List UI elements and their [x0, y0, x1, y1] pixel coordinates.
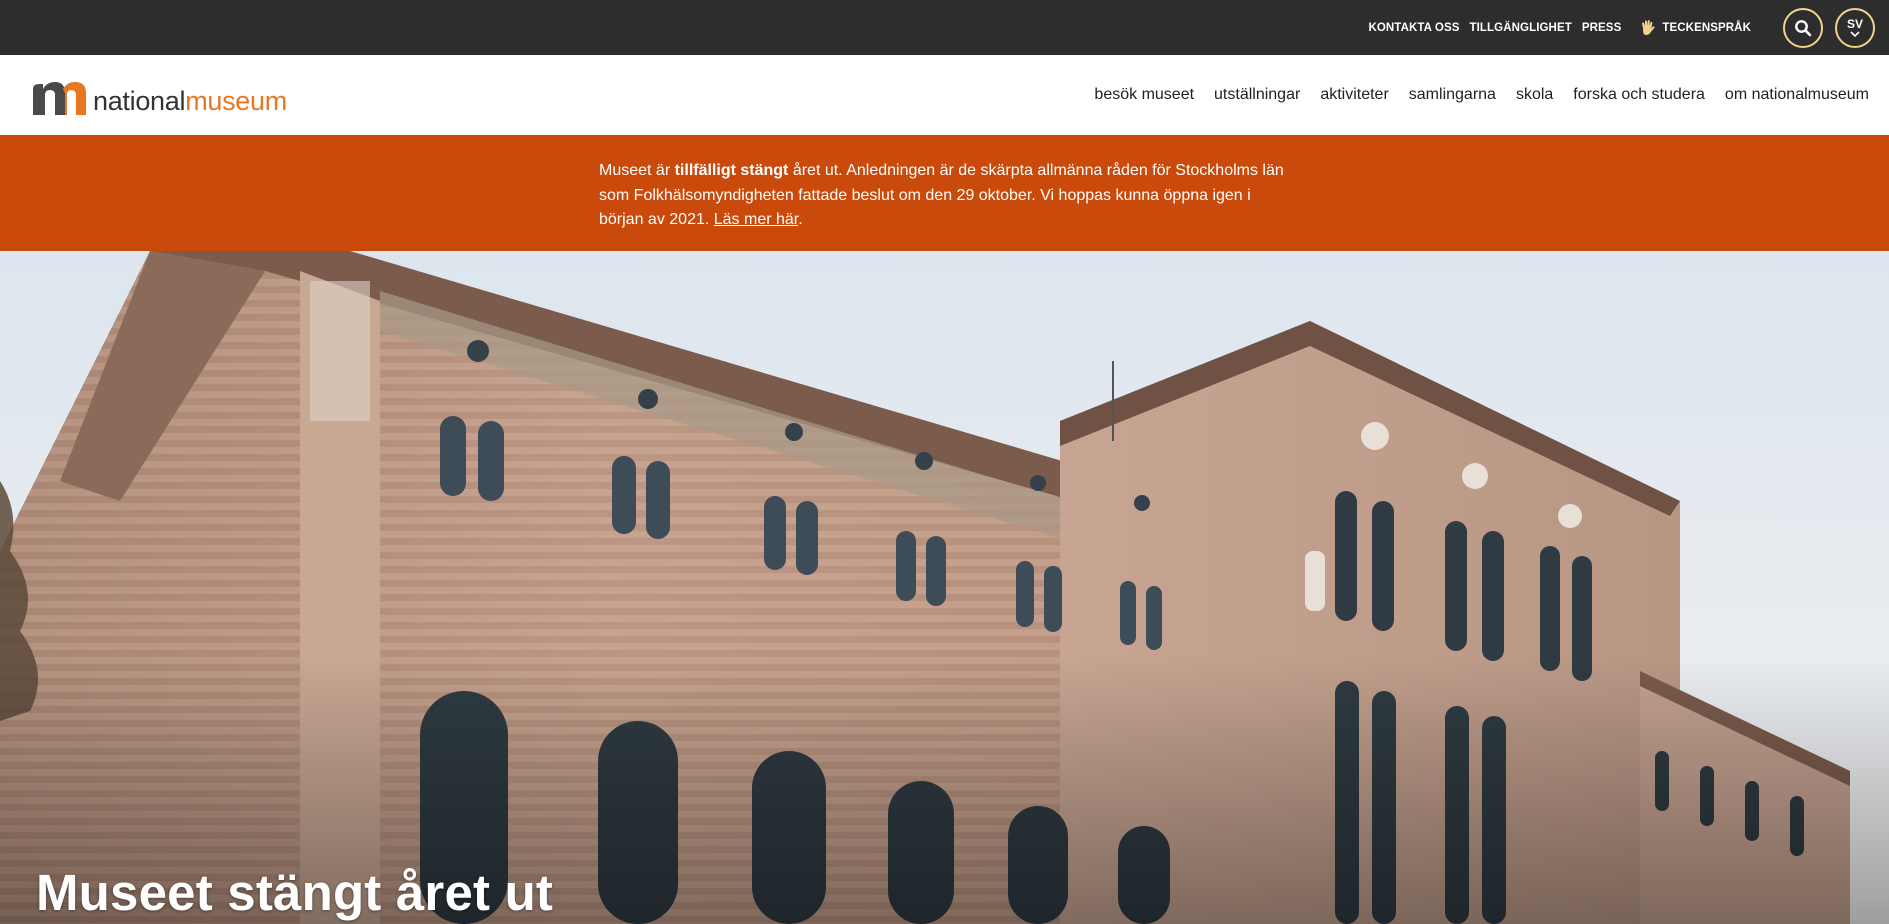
hero-title: Museet stängt året ut [36, 864, 554, 921]
main-header: nationalmuseum besök museet utställninga… [0, 55, 1889, 135]
closure-notice-text: Museet är tillfälligt stängt året ut. An… [599, 162, 1284, 228]
read-more-link[interactable]: Läs mer här [714, 211, 798, 228]
language-selector[interactable]: SV [1835, 7, 1875, 48]
press-link[interactable]: PRESS [1582, 22, 1622, 34]
search-icon [1795, 19, 1812, 36]
chevron-down-icon [1850, 31, 1860, 37]
nav-exhibitions[interactable]: utställningar [1214, 86, 1300, 104]
nav-school[interactable]: skola [1516, 86, 1553, 104]
language-code: SV [1846, 17, 1863, 31]
sign-language-link[interactable]: TECKENSPRÅK [1639, 19, 1751, 37]
nav-activities[interactable]: aktiviteter [1320, 86, 1388, 104]
nav-research[interactable]: forska och studera [1573, 86, 1705, 104]
museum-building-photo [0, 251, 1889, 924]
contact-link[interactable]: KONTAKTA OSS [1368, 22, 1459, 34]
logo-wordmark: nationalmuseum [93, 86, 287, 116]
closure-notice-banner: Museet är tillfälligt stängt året ut. An… [0, 135, 1889, 251]
sign-language-label: TECKENSPRÅK [1662, 21, 1751, 34]
sign-language-hand-icon [1642, 19, 1655, 35]
nav-collections[interactable]: samlingarna [1409, 86, 1496, 104]
hero-section: Museet stängt året ut [0, 251, 1889, 924]
main-navigation: besök museet utställningar aktiviteter s… [1074, 86, 1869, 104]
nav-about[interactable]: om nationalmuseum [1725, 86, 1869, 104]
utility-links: KONTAKTA OSS TILLGÄNGLIGHET PRESS TECKEN… [1358, 19, 1751, 37]
accessibility-link[interactable]: TILLGÄNGLIGHET [1470, 22, 1572, 34]
nationalmuseum-logo[interactable]: nationalmuseum [33, 75, 287, 115]
utility-bar: KONTAKTA OSS TILLGÄNGLIGHET PRESS TECKEN… [0, 0, 1889, 55]
nav-visit[interactable]: besök museet [1094, 86, 1194, 104]
logo-m-mark [33, 82, 86, 115]
search-button[interactable] [1783, 7, 1823, 48]
